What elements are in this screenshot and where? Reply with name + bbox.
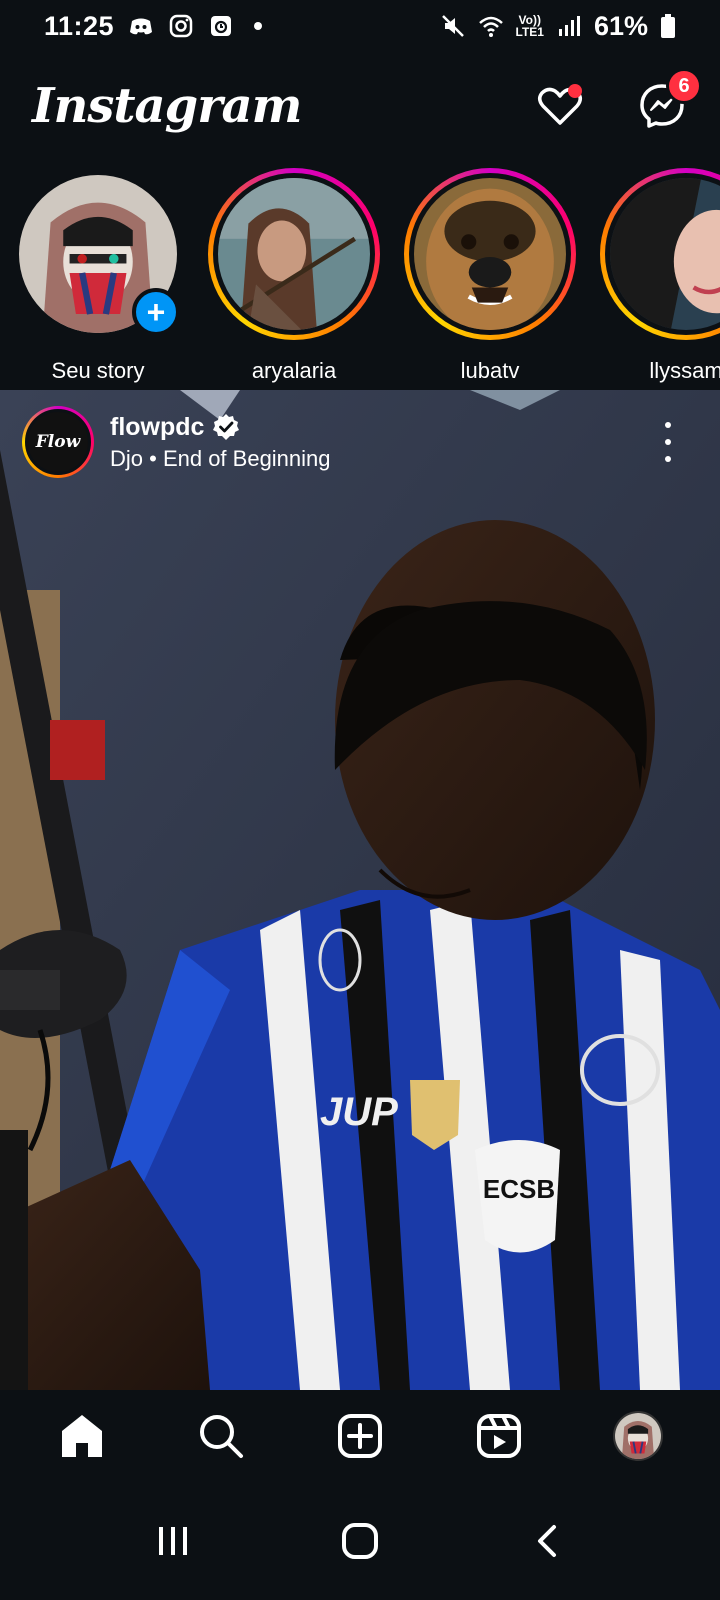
profile-avatar (613, 1411, 664, 1461)
story-label: lubatv (460, 358, 520, 383)
story-aryalaria[interactable]: aryalaria (196, 168, 392, 390)
reels-icon (477, 1414, 522, 1458)
home-button-icon (341, 1523, 378, 1559)
messages-badge: 6 (666, 68, 702, 104)
post-avatar: Flow (25, 409, 91, 475)
story-ring: + (12, 168, 184, 340)
recent-apps-button[interactable] (143, 1511, 203, 1571)
story-llyssam[interactable]: llyssam (588, 168, 720, 390)
feed-post[interactable]: ECSB JUP Flow flowpdc Djo • End of Begin… (0, 390, 720, 1390)
svg-text:ECSB: ECSB (483, 1174, 555, 1204)
signal-icon (558, 16, 580, 36)
back-button[interactable] (517, 1511, 577, 1571)
wifi-icon (478, 16, 503, 37)
home-system-button[interactable] (330, 1511, 390, 1571)
battery-icon (661, 14, 675, 38)
post-avatar-ring[interactable]: Flow (22, 406, 94, 478)
more-dot (665, 456, 671, 462)
instagram-notif-icon (169, 14, 193, 38)
story-avatar (414, 178, 566, 330)
verified-badge-icon (213, 414, 240, 440)
system-nav-bar (0, 1482, 720, 1600)
app-notif-icon (211, 16, 232, 36)
story-own[interactable]: + Seu story (0, 168, 196, 390)
story-avatar (610, 178, 720, 330)
nav-create[interactable] (330, 1406, 390, 1466)
svg-text:JUP: JUP (320, 1090, 398, 1134)
back-icon (537, 1525, 556, 1557)
story-label: llyssam (649, 358, 720, 383)
story-avatar (218, 178, 370, 330)
battery-percent: 61% (593, 10, 648, 41)
post-header: Flow flowpdc Djo • End of Beginning (22, 406, 331, 478)
status-bar: 11:25 Vo)) LTE1 61% (0, 0, 720, 52)
more-notifications-dot (254, 22, 263, 30)
nav-home[interactable] (52, 1406, 112, 1466)
story-lubatv[interactable]: lubatv (392, 168, 588, 390)
nav-reels[interactable] (469, 1406, 529, 1466)
more-dot (665, 422, 671, 428)
nav-profile[interactable] (608, 1406, 668, 1466)
story-label: aryalaria (251, 358, 337, 383)
recent-apps-icon (159, 1527, 188, 1555)
post-video[interactable]: ECSB JUP (0, 390, 720, 1390)
notifications-button[interactable] (534, 80, 586, 132)
network-type: Vo)) LTE1 (515, 13, 544, 39)
add-story-button[interactable]: + (132, 288, 180, 336)
search-icon (199, 1415, 243, 1458)
story-ring (600, 168, 720, 340)
discord-icon (130, 18, 153, 35)
home-icon (61, 1415, 102, 1457)
bottom-nav (0, 1390, 720, 1482)
stories-tray[interactable]: + Seu story aryalaria lubatv llyssam (0, 168, 720, 390)
status-time: 11:25 (44, 10, 115, 41)
nav-search[interactable] (191, 1406, 251, 1466)
post-username[interactable]: flowpdc (110, 413, 204, 442)
messenger-button[interactable]: 6 (636, 68, 702, 132)
story-ring (208, 168, 380, 340)
more-dot (665, 439, 671, 445)
story-ring (404, 168, 576, 340)
mute-icon (441, 15, 464, 37)
story-label: Seu story (51, 358, 145, 383)
notification-dot (568, 84, 582, 98)
post-more-options-button[interactable] (656, 422, 680, 462)
post-audio-info[interactable]: Djo • End of Beginning (110, 446, 331, 472)
create-post-icon (337, 1414, 382, 1458)
app-header: Instagram 6 (0, 56, 720, 156)
instagram-logo[interactable]: Instagram (32, 78, 302, 134)
